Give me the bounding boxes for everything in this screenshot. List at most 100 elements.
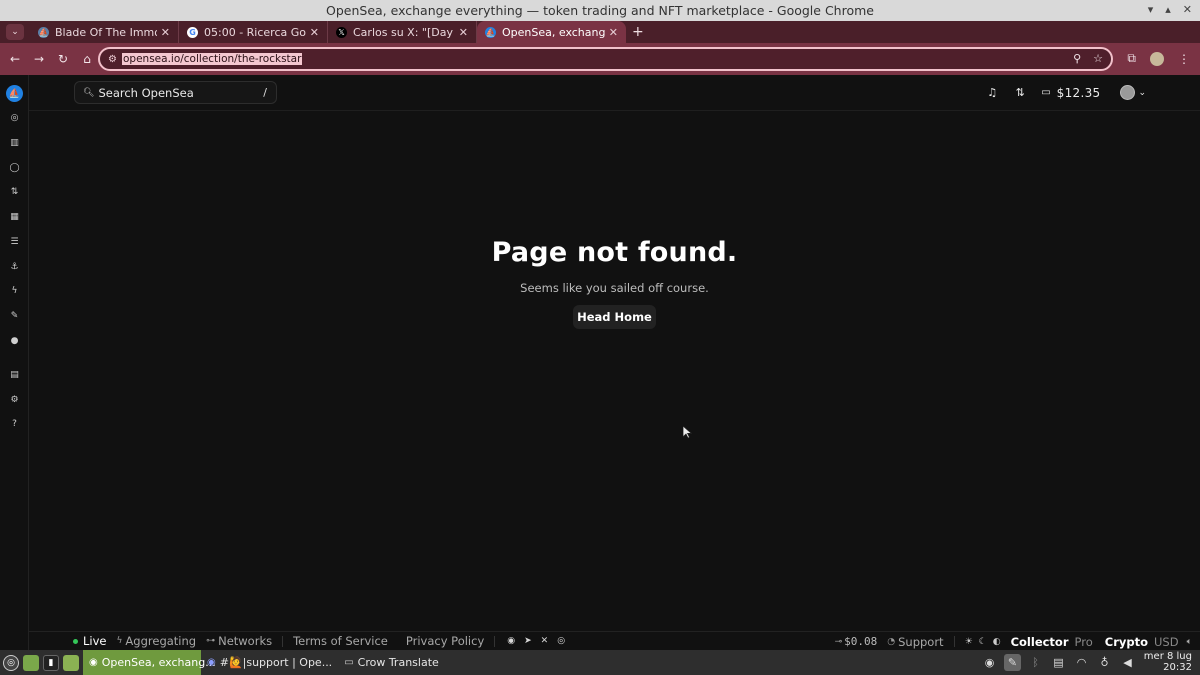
tab-label: Blade Of The Immorta bbox=[55, 25, 157, 39]
sun-icon[interactable]: ☀ bbox=[965, 637, 973, 647]
new-tab-button[interactable]: + bbox=[632, 24, 644, 40]
head-home-button[interactable]: Head Home bbox=[573, 305, 656, 329]
telegram-icon[interactable]: ➤ bbox=[524, 636, 532, 646]
tab-x[interactable]: 𝕏 Carlos su X: "[Day 8 c ✕ bbox=[328, 21, 477, 43]
clipboard-icon[interactable]: ▤ bbox=[1050, 654, 1067, 671]
support-link[interactable]: ◔ Support bbox=[887, 635, 943, 649]
terminal-icon[interactable]: ▮ bbox=[43, 654, 59, 671]
search-input[interactable]: 🔍︎ Search OpenSea / bbox=[74, 81, 277, 104]
profile-icon[interactable]: ● bbox=[8, 334, 21, 347]
taskbar-app-crow[interactable]: ▭ Crow Translate bbox=[338, 650, 445, 675]
close-tab-icon[interactable]: ✕ bbox=[459, 26, 468, 39]
reload-icon[interactable]: ↻ bbox=[52, 52, 74, 66]
instagram-icon[interactable]: ◎ bbox=[557, 636, 565, 646]
divider bbox=[494, 635, 496, 647]
live-label: Live bbox=[83, 634, 107, 648]
help-icon[interactable]: ? bbox=[8, 417, 21, 430]
x-icon[interactable]: ✕ bbox=[541, 636, 549, 646]
volume-icon[interactable]: ◀ bbox=[1119, 654, 1136, 671]
discord-icon: ◉ bbox=[207, 657, 216, 668]
privacy-link[interactable]: Privacy Policy bbox=[406, 634, 484, 648]
social-links: ◉ ➤ ✕ ◎ bbox=[507, 636, 565, 646]
search-placeholder: Search OpenSea bbox=[98, 85, 194, 100]
zoom-icon[interactable]: ⚲ bbox=[1073, 52, 1081, 65]
wifi-icon[interactable]: ◠ bbox=[1073, 654, 1090, 671]
support-label: Support bbox=[898, 634, 944, 649]
bell-icon[interactable]: ♫ bbox=[985, 86, 999, 99]
minimize-icon[interactable]: ▾ bbox=[1148, 3, 1154, 16]
settings-icon[interactable]: ⚙ bbox=[8, 393, 21, 406]
collector-toggle[interactable]: Collector bbox=[1011, 635, 1069, 649]
chevron-down-icon[interactable]: ⌄ bbox=[1138, 88, 1146, 98]
extensions-icon[interactable]: ⧉ bbox=[1127, 51, 1136, 66]
main-content: Page not found. Seems like you sailed of… bbox=[29, 111, 1200, 631]
tab-google[interactable]: G 05:00 - Ricerca Googl ✕ bbox=[179, 21, 328, 43]
swap-arrows-icon[interactable]: ⇅ bbox=[1013, 86, 1027, 99]
terms-link[interactable]: Terms of Service bbox=[293, 634, 388, 648]
calendar-icon[interactable]: ▦ bbox=[8, 210, 21, 223]
usd-toggle[interactable]: USD bbox=[1154, 635, 1179, 649]
close-tab-icon[interactable]: ✕ bbox=[609, 26, 618, 39]
tab-blade[interactable]: ⛵ Blade Of The Immorta ✕ bbox=[30, 21, 179, 43]
networks-item[interactable]: ⊶ Networks bbox=[206, 634, 272, 648]
files-icon[interactable] bbox=[63, 654, 79, 671]
volume-icon[interactable]: 🔈︎ bbox=[1187, 637, 1192, 647]
home-icon[interactable]: ⌂ bbox=[76, 52, 98, 66]
site-footer: Live ϟ Aggregating ⊶ Networks Terms of Ser… bbox=[29, 631, 1200, 650]
networks-label: Networks bbox=[218, 634, 273, 648]
os-taskbar: ◎ ▮ ◉ OpenSea, exchang... ◉ #🙋|support |… bbox=[0, 650, 1200, 675]
menu-icon[interactable]: ⋮ bbox=[1178, 52, 1190, 66]
profile-avatar[interactable] bbox=[1150, 51, 1164, 66]
contrast-icon[interactable]: ◐ bbox=[993, 637, 1001, 647]
taskbar-app-discord[interactable]: ◉ #🙋|support | Ope... bbox=[201, 650, 338, 675]
lightning-icon[interactable]: ϟ bbox=[8, 284, 21, 297]
pro-toggle[interactable]: Pro bbox=[1075, 635, 1093, 649]
discord-icon[interactable]: ◉ bbox=[507, 636, 515, 646]
taskbar-app-chrome[interactable]: ◉ OpenSea, exchang... bbox=[83, 650, 216, 675]
collections-icon[interactable]: ▥ bbox=[8, 136, 21, 149]
chevron-down-icon: ⌄ bbox=[11, 27, 19, 37]
swap-icon[interactable]: ⇅ bbox=[8, 185, 21, 198]
close-tab-icon[interactable]: ✕ bbox=[161, 26, 170, 39]
show-desktop-icon[interactable] bbox=[23, 654, 39, 671]
clock[interactable]: mer 8 lug 20:32 bbox=[1142, 651, 1192, 673]
address-bar[interactable]: ⚙ opensea.io/collection/the-rockstar ⚲ ☆ bbox=[98, 47, 1113, 71]
footer-right: ⊸ $0.08 ◔ Support ☀ ☾ ◐ Collector Pro Cry… bbox=[835, 632, 1192, 651]
url-text[interactable]: opensea.io/collection/the-rockstar bbox=[122, 53, 303, 65]
crypto-toggle[interactable]: Crypto bbox=[1105, 635, 1148, 649]
tab-search-button[interactable]: ⌄ bbox=[6, 24, 24, 40]
list-icon[interactable]: ☰ bbox=[8, 235, 21, 248]
site-info-icon[interactable]: ⚙ bbox=[108, 54, 122, 65]
moon-icon[interactable]: ☾ bbox=[979, 637, 987, 647]
tab-strip: ⌄ ⛵ Blade Of The Immorta ✕ G 05:00 - Ric… bbox=[0, 21, 1200, 43]
aggregating-item[interactable]: ϟ Aggregating bbox=[116, 634, 196, 648]
compass-icon[interactable]: ◎ bbox=[8, 111, 21, 124]
menu-launcher-icon[interactable]: ◎ bbox=[3, 654, 19, 671]
forward-icon[interactable]: → bbox=[28, 52, 50, 66]
bluetooth-icon[interactable]: ᛒ bbox=[1027, 654, 1044, 671]
bookmark-star-icon[interactable]: ☆ bbox=[1093, 52, 1103, 65]
opensea-icon: ⛵ bbox=[485, 26, 496, 38]
system-tray: ◉ ✎ ᛒ ▤ ◠ ♁ ◀ bbox=[981, 654, 1136, 671]
back-icon[interactable]: ← bbox=[4, 52, 26, 66]
site-header: 🔍︎ Search OpenSea / ♫ ⇅ ▭ $12.35 ⌄ bbox=[29, 75, 1200, 111]
aggregating-label: Aggregating bbox=[125, 634, 197, 648]
tokens-icon[interactable]: ◯ bbox=[8, 161, 21, 174]
wallet-balance[interactable]: $12.35 bbox=[1057, 86, 1101, 100]
wallet-icon[interactable]: ▭ bbox=[1041, 87, 1050, 98]
pen-icon[interactable]: ✎ bbox=[1004, 654, 1021, 671]
docs-icon[interactable]: ▤ bbox=[8, 368, 21, 381]
close-tab-icon[interactable]: ✕ bbox=[310, 26, 319, 39]
maximize-icon[interactable]: ▴ bbox=[1165, 3, 1171, 16]
lightbulb-icon[interactable]: ♁ bbox=[1096, 654, 1113, 671]
search-shortcut: / bbox=[263, 86, 267, 99]
tab-opensea[interactable]: ⛵ OpenSea, exchange e ✕ bbox=[477, 21, 626, 43]
link-icon: ⊶ bbox=[206, 636, 216, 646]
anchor-icon[interactable]: ⚓ bbox=[8, 260, 21, 273]
live-dot-icon bbox=[73, 638, 78, 644]
pencil-icon[interactable]: ✎ bbox=[8, 309, 21, 322]
discord-tray-icon[interactable]: ◉ bbox=[981, 654, 998, 671]
opensea-logo-icon[interactable]: ⛵ bbox=[6, 85, 23, 102]
account-avatar[interactable] bbox=[1120, 85, 1136, 100]
close-window-icon[interactable]: ✕ bbox=[1183, 3, 1192, 16]
